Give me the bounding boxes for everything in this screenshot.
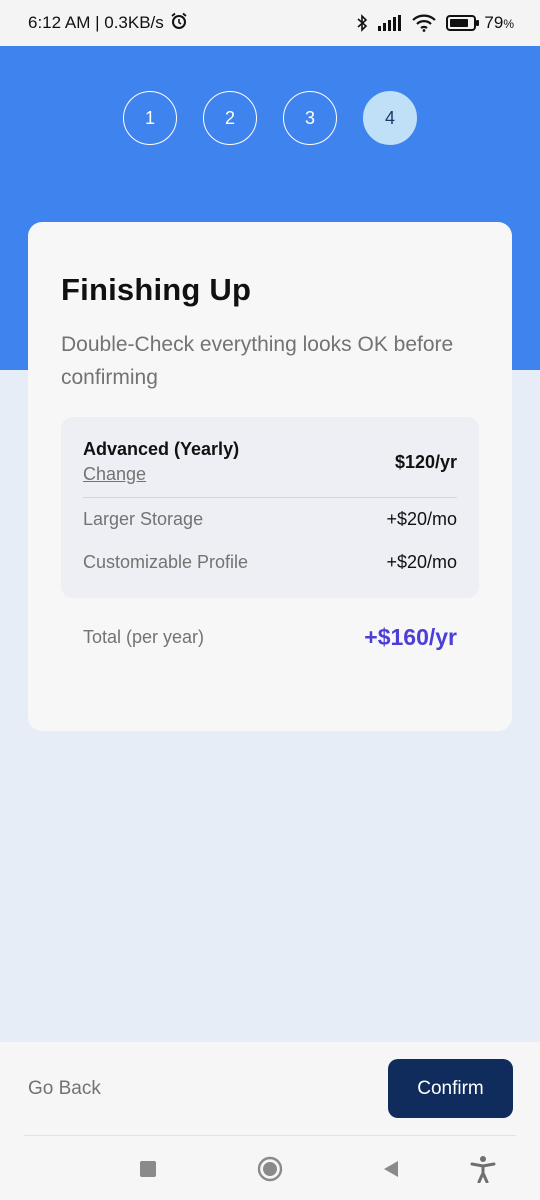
- plan-price: $120/yr: [394, 451, 457, 472]
- step-3[interactable]: 3: [283, 91, 337, 145]
- step-number: 1: [144, 107, 155, 128]
- total-row: Total (per year) +$160/yr: [61, 624, 479, 651]
- step-1[interactable]: 1: [123, 91, 177, 145]
- plan-info: Advanced (Yearly) Change: [83, 439, 239, 485]
- home-icon[interactable]: [255, 1154, 285, 1184]
- page-subtitle: Double-Check everything looks OK before …: [61, 333, 454, 389]
- plan-name: Advanced (Yearly): [83, 439, 240, 459]
- step-4-active[interactable]: 4: [363, 91, 417, 145]
- system-nav-bar: [0, 1136, 540, 1200]
- addon-price: +$20/mo: [386, 509, 457, 529]
- step-2[interactable]: 2: [203, 91, 257, 145]
- recents-icon[interactable]: [133, 1154, 163, 1184]
- step-number: 3: [304, 107, 315, 128]
- battery-icon: 79%: [446, 13, 514, 33]
- accessibility-icon[interactable]: [468, 1154, 498, 1184]
- total-label: Total (per year): [83, 627, 205, 647]
- status-right: 79%: [356, 13, 514, 33]
- step-number: 4: [384, 107, 395, 128]
- order-summary: Advanced (Yearly) Change $120/yr Larger …: [61, 417, 479, 598]
- wifi-icon: [412, 14, 437, 32]
- change-plan-link[interactable]: Change: [83, 464, 239, 485]
- status-bar: 6:12 AM | 0.3KB/s 79%: [0, 0, 540, 46]
- addon-name: Larger Storage: [83, 509, 204, 529]
- step-number: 2: [224, 107, 235, 128]
- status-left: 6:12 AM | 0.3KB/s: [28, 12, 188, 35]
- confirm-button[interactable]: Confirm: [388, 1059, 513, 1118]
- addon-name: Customizable Profile: [83, 552, 249, 572]
- total-value: +$160/yr: [364, 624, 457, 650]
- bluetooth-icon: [356, 14, 368, 32]
- battery-percent: 79%: [484, 13, 514, 32]
- go-back-button[interactable]: Go Back: [28, 1078, 101, 1100]
- status-time-speed: 6:12 AM | 0.3KB/s: [28, 13, 164, 32]
- summary-card: Finishing Up Double-Check everything loo…: [28, 222, 512, 731]
- alarm-icon: [170, 12, 188, 35]
- step-indicator: 1 2 3 4: [0, 91, 540, 145]
- signal-icon: [378, 15, 402, 31]
- back-icon[interactable]: [376, 1154, 406, 1184]
- plan-row: Advanced (Yearly) Change $120/yr: [83, 439, 457, 498]
- page-title: Finishing Up: [61, 272, 252, 307]
- addon-row: Customizable Profile +$20/mo: [83, 541, 457, 584]
- addon-price: +$20/mo: [386, 552, 457, 572]
- addon-row: Larger Storage +$20/mo: [83, 498, 457, 541]
